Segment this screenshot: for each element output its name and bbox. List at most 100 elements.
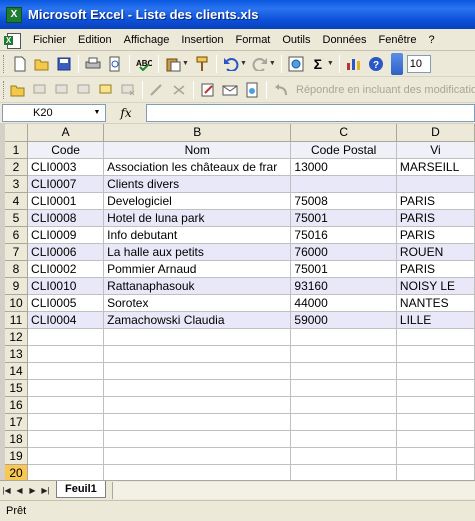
cell[interactable] [27,328,105,346]
cell[interactable]: CLI0006 [27,243,105,261]
cell[interactable] [290,345,397,363]
cell[interactable] [396,362,475,380]
row-header[interactable]: 10 [5,294,29,312]
cell[interactable]: PARIS [396,226,475,244]
font-size-box[interactable]: 10 [406,54,431,73]
cell[interactable]: LILLE [396,311,475,329]
menu-donnees[interactable]: Données [318,34,374,46]
cell[interactable]: Association les châteaux de frar [103,158,292,176]
cell[interactable] [27,447,105,465]
header-cell[interactable]: Vi [396,141,475,159]
cell[interactable]: 93160 [290,277,397,295]
header-cell[interactable]: Code [27,141,105,159]
select-all-corner[interactable] [5,124,29,142]
send-mail-icon[interactable] [220,80,240,100]
cell[interactable]: CLI0008 [27,209,105,227]
cell[interactable] [103,362,292,380]
delete-comment-icon[interactable] [118,80,138,100]
row-header[interactable]: 18 [5,430,29,448]
undo-icon[interactable] [221,54,241,74]
cell[interactable] [290,379,397,397]
row-header[interactable]: 3 [5,175,29,193]
header-cell[interactable]: Code Postal [290,141,397,159]
cell[interactable] [27,345,105,363]
cell[interactable]: Hotel de luna park [103,209,292,227]
help-icon[interactable]: ? [366,54,386,74]
show-all-comments-icon[interactable] [96,80,116,100]
cell[interactable] [396,396,475,414]
row-header[interactable]: 4 [5,192,29,210]
review-icon[interactable] [242,80,262,100]
cell[interactable]: CLI0002 [27,260,105,278]
row-header[interactable]: 11 [5,311,29,329]
cell[interactable] [103,447,292,465]
undo-dropdown[interactable]: ▼ [240,60,247,67]
print-preview-icon[interactable] [105,54,125,74]
cell[interactable] [290,328,397,346]
menu-affichage[interactable]: Affichage [119,34,177,46]
name-box[interactable]: K20 ▼ [2,104,106,122]
cell[interactable] [103,430,292,448]
redo-icon[interactable] [250,54,270,74]
spelling-icon[interactable]: ABC [134,54,154,74]
autosum-dropdown[interactable]: ▼ [327,60,334,67]
cell[interactable]: Develogiciel [103,192,292,210]
cell[interactable] [396,447,475,465]
cell[interactable]: CLI0005 [27,294,105,312]
toolbar-grip[interactable] [3,80,4,99]
cell[interactable] [290,396,397,414]
cell[interactable]: NOISY LE [396,277,475,295]
column-header-b[interactable]: B [103,124,292,142]
column-header-a[interactable]: A [27,124,105,142]
cell[interactable] [27,413,105,431]
cell[interactable]: 76000 [290,243,397,261]
reply-with-changes-label[interactable]: Répondre en incluant des modifications [296,84,475,96]
cell[interactable] [396,345,475,363]
row-header[interactable]: 5 [5,209,29,227]
cell[interactable]: PARIS [396,209,475,227]
cell[interactable]: Clients divers [103,175,292,193]
cell[interactable] [290,362,397,380]
cell[interactable] [103,464,292,480]
cell[interactable] [396,430,475,448]
cell[interactable]: 13000 [290,158,397,176]
cell[interactable] [396,379,475,397]
cell[interactable]: CLI0001 [27,192,105,210]
menu-format[interactable]: Format [231,34,278,46]
cell[interactable]: 75001 [290,260,397,278]
autosum-icon[interactable]: Σ [308,54,328,74]
reject-change-icon[interactable] [169,80,189,100]
cell[interactable] [103,345,292,363]
cell[interactable]: Rattanaphasouk [103,277,292,295]
menu-fenetre[interactable]: Fenêtre [374,34,424,46]
cell[interactable]: PARIS [396,192,475,210]
horizontal-scrollbar[interactable] [111,482,475,499]
prev-sheet-icon[interactable]: ◀ [13,486,26,495]
row-header[interactable]: 19 [5,447,29,465]
cell[interactable]: CLI0007 [27,175,105,193]
track-changes-icon[interactable] [147,80,167,100]
paste-dropdown[interactable]: ▼ [182,60,189,67]
cell[interactable]: Sorotex [103,294,292,312]
previous-comment-icon[interactable] [30,80,50,100]
cell[interactable]: 75001 [290,209,397,227]
cell[interactable]: 75008 [290,192,397,210]
show-comment-icon[interactable] [74,80,94,100]
cell[interactable]: Info debutant [103,226,292,244]
row-header[interactable]: 14 [5,362,29,380]
name-box-dropdown-icon[interactable]: ▼ [89,105,105,121]
cell[interactable]: Zamachowski Claudia [103,311,292,329]
cell[interactable] [27,379,105,397]
header-cell[interactable]: Nom [103,141,292,159]
next-sheet-icon[interactable]: ▶ [26,486,39,495]
open-icon[interactable] [32,54,52,74]
cell[interactable]: Pommier Arnaud [103,260,292,278]
edit-comment-icon[interactable] [198,80,218,100]
cell[interactable] [396,328,475,346]
last-sheet-icon[interactable]: ▶| [39,486,52,495]
cell[interactable] [27,430,105,448]
folder-icon[interactable] [8,80,28,100]
new-icon[interactable] [10,54,30,74]
fx-icon[interactable]: fx [106,106,146,120]
print-icon[interactable] [83,54,103,74]
